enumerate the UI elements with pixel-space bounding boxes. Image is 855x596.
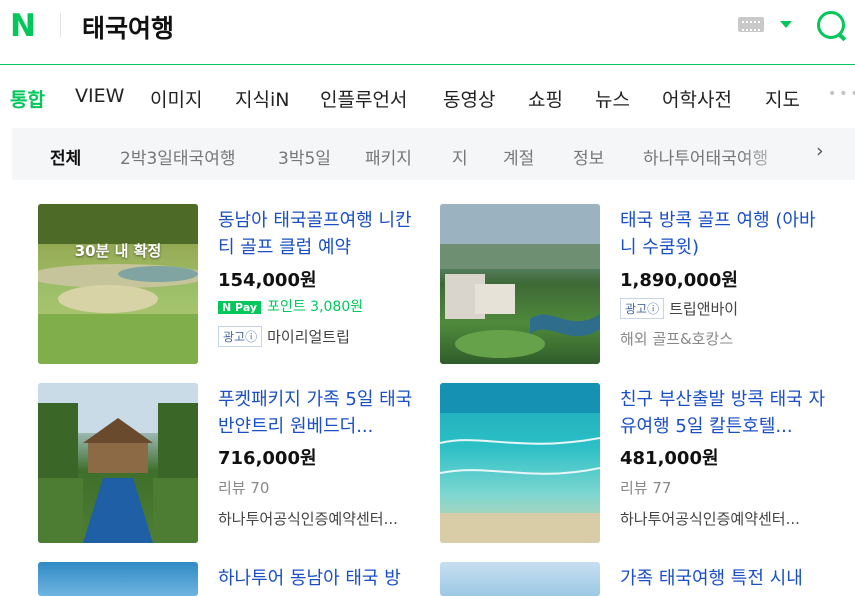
tab-map[interactable]: 지도 <box>765 85 800 112</box>
npay-label: Pay <box>235 301 258 314</box>
ad-badge[interactable]: 광고ⓘ <box>620 298 665 319</box>
caret-down-icon[interactable] <box>780 21 792 28</box>
header-divider <box>60 13 61 37</box>
product-image[interactable] <box>440 562 600 596</box>
beach-illustration <box>440 383 600 543</box>
product-title[interactable]: 푸켓패키지 가족 5일 태국 반얀트리 원베드더... <box>218 386 428 440</box>
subfilter-chip[interactable]: 지 <box>452 144 468 169</box>
product-title[interactable]: 친구 부산출발 방콕 태국 자유여행 5일 칼튼호텔... <box>620 386 830 440</box>
product-price: 154,000원 <box>218 270 317 291</box>
tab-influencer[interactable]: 인플루언서 <box>320 85 407 112</box>
seller-name[interactable]: 하나투어공식인증예약센터... <box>218 508 398 529</box>
tab-news[interactable]: 뉴스 <box>595 85 630 112</box>
tab-shopping[interactable]: 쇼핑 <box>528 85 563 112</box>
product-title[interactable]: 가족 태국여행 특전 시내 <box>620 565 830 596</box>
npay-badge: N Pay <box>218 301 262 314</box>
villa-pool-illustration <box>38 383 198 543</box>
product-image-resort-aerial[interactable] <box>440 204 600 364</box>
product-price: 1,890,000원 <box>620 270 738 291</box>
product-title[interactable]: 태국 방콕 골프 여행 (아바니 수쿰윗) <box>620 207 830 261</box>
review-count[interactable]: 리뷰 77 <box>620 477 671 498</box>
product-title[interactable]: 하나투어 동남아 태국 방 <box>218 565 428 596</box>
ad-badge[interactable]: 광고ⓘ <box>218 326 263 347</box>
subfilter-chip[interactable]: 계절 <box>503 144 534 169</box>
subfilter-fade <box>740 128 800 180</box>
subfilter-chip[interactable]: 패키지 <box>365 144 412 169</box>
subfilter-chip[interactable]: 2박3일태국여행 <box>120 144 235 169</box>
tab-knowledge[interactable]: 지식iN <box>235 85 289 112</box>
search-query[interactable]: 태국여행 <box>82 9 174 45</box>
seller-name[interactable]: 트립앤바이 <box>669 300 738 318</box>
naver-logo[interactable]: N <box>10 11 40 42</box>
product-title[interactable]: 동남아 태국골프여행 니칸티 골프 클럽 예약 <box>218 207 428 261</box>
confirm-badge: 30분 내 확정 <box>74 242 162 260</box>
product-image-golf-course[interactable]: 30분 내 확정 <box>38 204 198 364</box>
resort-aerial-illustration <box>440 204 600 358</box>
seller-name[interactable]: 하나투어공식인증예약센터... <box>620 508 800 529</box>
tab-dictionary[interactable]: 어학사전 <box>662 85 732 112</box>
npay-points-text: 포인트 3,080원 <box>267 299 364 315</box>
subfilter-chip[interactable]: 3박5일 <box>278 144 331 169</box>
seller-name[interactable]: 마이리얼트립 <box>267 328 350 346</box>
review-count[interactable]: 리뷰 70 <box>218 477 269 498</box>
golf-course-illustration <box>38 204 198 364</box>
tab-video[interactable]: 동영상 <box>443 85 495 112</box>
product-image[interactable] <box>38 562 198 596</box>
search-button[interactable] <box>815 9 855 43</box>
tab-integrated[interactable]: 통합 <box>10 85 45 112</box>
seller-row: 광고ⓘ 마이리얼트립 <box>218 326 350 347</box>
search-tabs: 통합 VIEW 이미지 지식iN 인플루언서 동영상 쇼핑 뉴스 어학사전 지도 <box>0 65 855 127</box>
product-image-villa-pool[interactable] <box>38 383 198 543</box>
product-price: 716,000원 <box>218 448 317 469</box>
more-tabs-icon[interactable]: ••• <box>828 86 855 102</box>
keyboard-icon[interactable] <box>738 17 764 32</box>
product-image-beach[interactable] <box>440 383 600 543</box>
seller-row: 광고ⓘ 트립앤바이 <box>620 298 738 319</box>
subfilter-all[interactable]: 전체 <box>50 144 81 169</box>
search-icon-handle <box>837 32 847 42</box>
npay-points: N Pay 포인트 3,080원 <box>218 296 363 316</box>
search-header: N 태국여행 <box>0 0 855 64</box>
tab-view[interactable]: VIEW <box>75 85 124 107</box>
product-price: 481,000원 <box>620 448 719 469</box>
chevron-right-icon[interactable]: › <box>816 142 828 161</box>
tab-images[interactable]: 이미지 <box>150 85 202 112</box>
product-category: 해외 골프&호캉스 <box>620 330 734 348</box>
subfilter-chip[interactable]: 정보 <box>573 144 604 169</box>
